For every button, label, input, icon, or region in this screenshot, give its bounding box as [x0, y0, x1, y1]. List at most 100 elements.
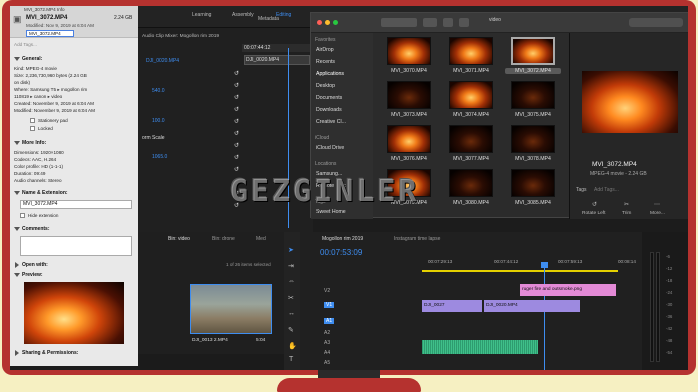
file-thumbnail[interactable]	[449, 125, 493, 153]
slip-tool-icon[interactable]: ↔	[288, 310, 295, 317]
track-label-a2[interactable]: A2	[324, 330, 330, 336]
tab-bin-drone[interactable]: Bin: drone	[212, 236, 235, 242]
tags-field[interactable]: Add Tags...	[14, 42, 37, 47]
sidebar-item-recents[interactable]: Recents	[316, 59, 335, 65]
panel-title[interactable]: Audio Clip Mixer: Mogollon rim 2019	[142, 34, 219, 39]
tab-learning[interactable]: Learning	[192, 12, 211, 18]
file-name-label[interactable]: MVI_3076.MP4	[381, 156, 437, 162]
rotate-left-button[interactable]: Rotate Left	[582, 211, 605, 216]
file-name-label[interactable]: MVI_3073.MP4	[381, 112, 437, 118]
file-name-label[interactable]: MVI_3074.MP4	[443, 112, 499, 118]
track-label-a3[interactable]: A3	[324, 340, 330, 346]
project-clip-thumbnail[interactable]	[190, 284, 272, 334]
reset-icon[interactable]: ↺	[234, 166, 239, 173]
reset-icon[interactable]: ↺	[234, 82, 239, 89]
trim-button[interactable]: Trim	[622, 211, 631, 216]
file-name-label[interactable]: MVI_3072.MP4	[505, 68, 561, 74]
tag-button[interactable]	[459, 18, 469, 27]
locked-checkbox[interactable]	[30, 126, 35, 131]
more-info-section[interactable]: More Info:	[14, 140, 46, 146]
title-clip[interactable]: ruger fire and outsmoke.png	[520, 284, 616, 296]
file-name-label[interactable]: MVI_3071.MP4	[443, 68, 499, 74]
file-thumbnail[interactable]	[449, 81, 493, 109]
v1-clip-a[interactable]: DJI_0027	[422, 300, 482, 312]
work-area-bar[interactable]	[422, 270, 618, 272]
preview-tags-field[interactable]: Add Tags...	[594, 187, 619, 193]
sidebar-item-airdrop[interactable]: AirDrop	[316, 47, 334, 53]
sidebar-item-desktop[interactable]: Desktop	[316, 83, 335, 89]
group-button[interactable]	[423, 18, 437, 27]
sidebar-item-sweet-home[interactable]: Sweet Home	[316, 209, 346, 215]
open-with-section[interactable]: Open with:	[14, 261, 48, 268]
track-label-v2[interactable]: V2	[324, 288, 330, 294]
file-thumbnail[interactable]	[387, 37, 431, 65]
reset-icon[interactable]: ↺	[234, 154, 239, 161]
reset-icon[interactable]: ↺	[234, 118, 239, 125]
sidebar-item-icloud-drive[interactable]: iCloud Drive	[316, 145, 344, 151]
file-thumbnail[interactable]	[387, 81, 431, 109]
rotate-left-icon[interactable]: ↺	[592, 201, 597, 208]
hide-extension-checkbox[interactable]	[20, 213, 25, 218]
track-label-a5[interactable]: A5	[324, 360, 330, 366]
file-name-label[interactable]: MVI_3077.MP4	[443, 156, 499, 162]
reset-icon[interactable]: ↺	[234, 106, 239, 113]
comments-field[interactable]	[20, 236, 132, 256]
type-tool-icon[interactable]: T	[289, 356, 293, 363]
file-name-label[interactable]: MVI_3075.MP4	[505, 112, 561, 118]
close-button[interactable]	[317, 20, 322, 25]
sidebar-item-documents[interactable]: Documents	[316, 95, 342, 101]
file-name-label[interactable]: MVI_3078.MP4	[505, 156, 561, 162]
general-section[interactable]: General:	[14, 56, 42, 62]
file-name-label[interactable]: MVI_3085.MP4	[505, 200, 561, 206]
scale-value[interactable]: 100.0	[152, 118, 165, 124]
track-label-a1[interactable]: A1	[324, 318, 335, 324]
tab-media[interactable]: Med	[256, 236, 266, 242]
name-extension-section[interactable]: Name & Extension:	[14, 190, 68, 196]
file-thumbnail[interactable]	[511, 169, 555, 197]
sidebar-item-applications[interactable]: Applications	[316, 71, 344, 77]
tab-bin-video[interactable]: Bin: video	[168, 236, 190, 242]
file-thumbnail[interactable]	[511, 37, 555, 65]
view-switcher[interactable]	[381, 18, 417, 27]
file-thumbnail[interactable]	[387, 125, 431, 153]
v1-clip-b[interactable]: DJI_0020.MP4	[484, 300, 580, 312]
file-name-label[interactable]: MVI_3070.MP4	[381, 68, 437, 74]
tab-metadata[interactable]: Metadata	[258, 16, 279, 22]
track-label-v1[interactable]: V1	[324, 302, 335, 308]
file-thumbnail[interactable]	[449, 169, 493, 197]
pen-tool-icon[interactable]: ✎	[288, 326, 294, 334]
sidebar-item-downloads[interactable]: Downloads	[316, 107, 342, 113]
file-thumbnail[interactable]	[511, 81, 555, 109]
comments-section[interactable]: Comments:	[14, 226, 50, 232]
tab-assembly[interactable]: Assembly	[232, 12, 254, 18]
file-name-label[interactable]: MVI_3080.MP4	[443, 200, 499, 206]
share-button[interactable]	[443, 18, 453, 27]
more-button[interactable]: More...	[650, 211, 665, 216]
timeline-timecode[interactable]: 00:07:53:09	[320, 248, 362, 257]
file-thumbnail[interactable]	[511, 125, 555, 153]
sharing-section[interactable]: Sharing & Permissions:	[14, 349, 78, 356]
track-label-a4[interactable]: A4	[324, 350, 330, 356]
trim-icon[interactable]: ✂	[624, 201, 629, 208]
stationery-checkbox[interactable]	[30, 118, 35, 123]
ripple-tool-icon[interactable]: ⇔	[288, 278, 295, 285]
rotation-value[interactable]: 1065.0	[152, 154, 167, 160]
minimize-button[interactable]	[325, 20, 330, 25]
name-extension-field[interactable]: MVI_3072.MP4	[20, 200, 132, 209]
audio-clip[interactable]	[422, 340, 538, 354]
playhead-handle[interactable]	[541, 262, 548, 268]
tab-sequence-mogollon[interactable]: Mogollon rim 2019	[322, 236, 363, 242]
timeline-playhead[interactable]	[544, 262, 545, 370]
reset-icon[interactable]: ↺	[234, 70, 239, 77]
more-icon[interactable]: ⋯	[654, 201, 660, 208]
opacity-value[interactable]: DJI_0020.MP4	[146, 58, 179, 64]
zoom-button[interactable]	[333, 20, 338, 25]
selection-tool-icon[interactable]: ➤	[288, 246, 294, 254]
file-thumbnail[interactable]	[449, 37, 493, 65]
preview-section[interactable]: Preview:	[14, 272, 43, 278]
position-value[interactable]: 540.0	[152, 88, 165, 94]
search-input[interactable]	[629, 18, 683, 27]
hand-tool-icon[interactable]: ✋	[288, 342, 297, 350]
track-select-tool-icon[interactable]: ⇥	[288, 262, 294, 270]
tab-sequence-instagram[interactable]: Instagram time lapse	[394, 236, 440, 242]
